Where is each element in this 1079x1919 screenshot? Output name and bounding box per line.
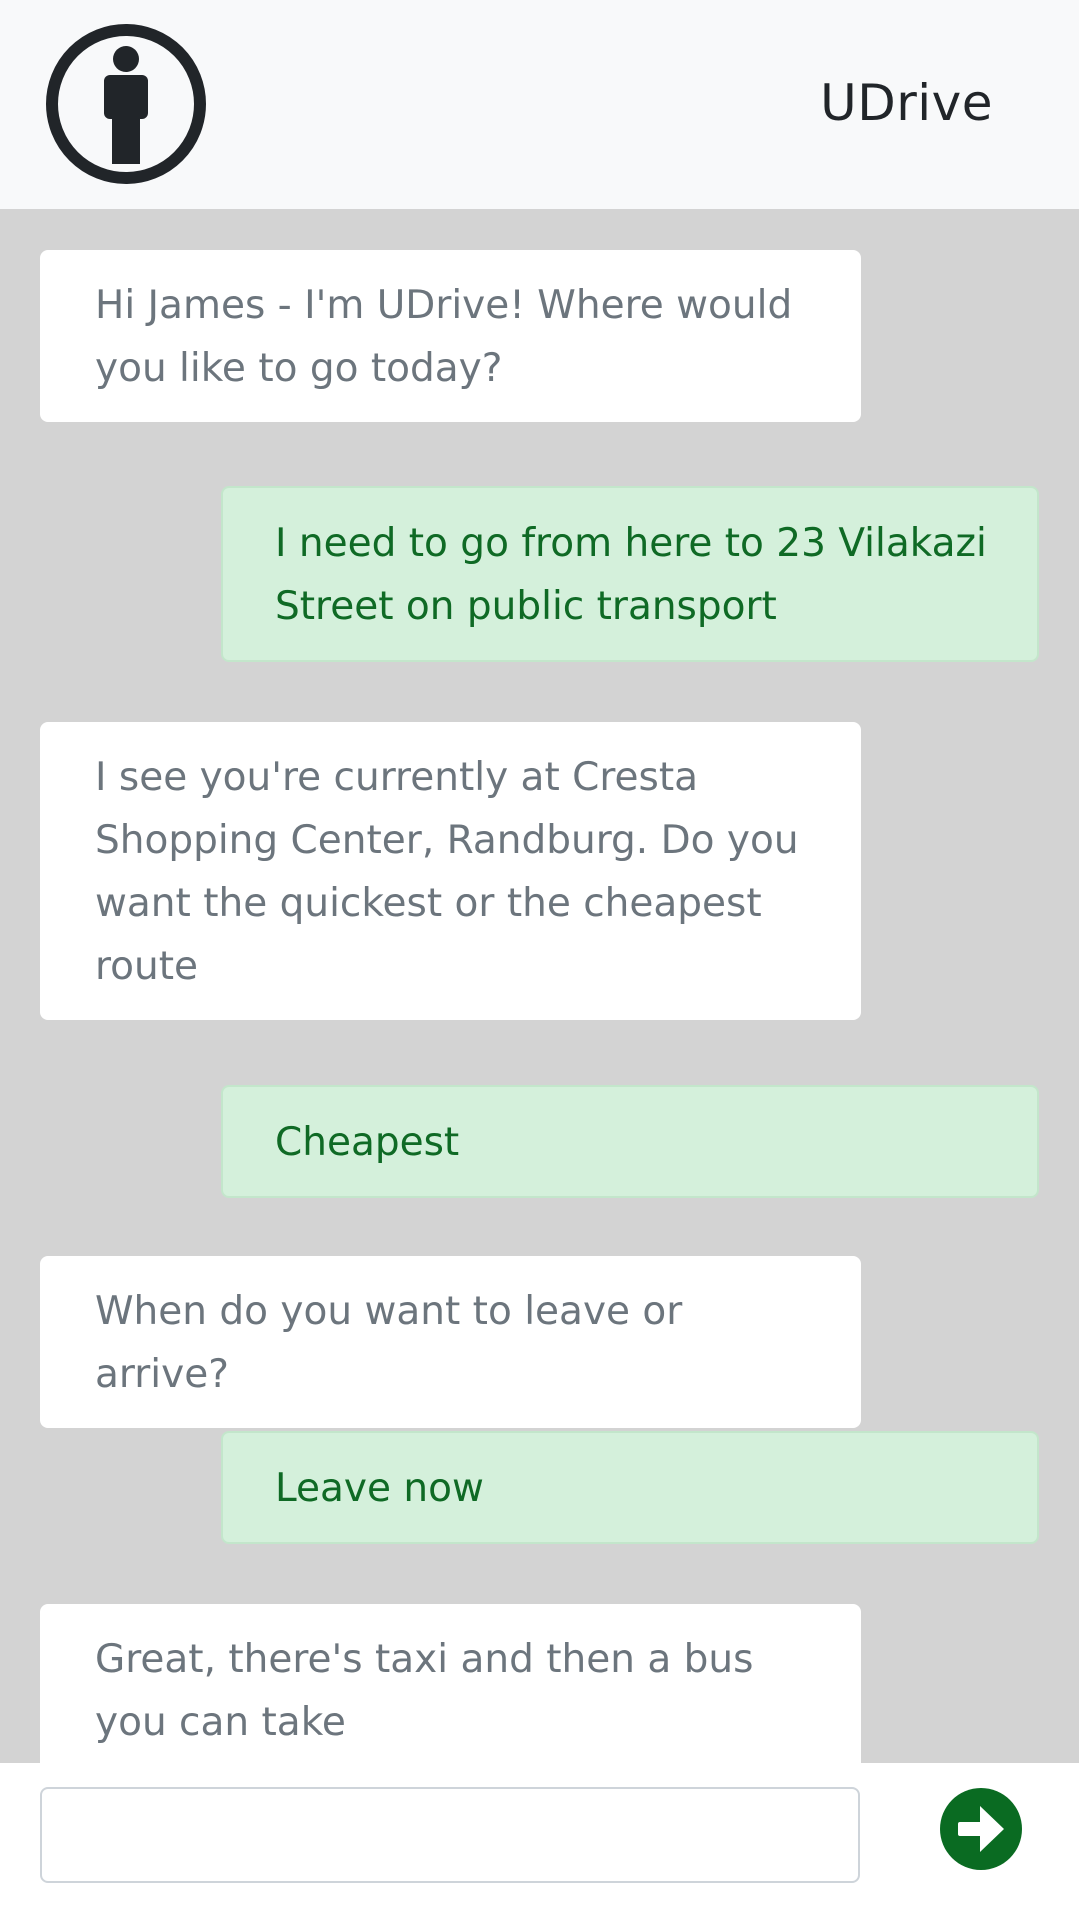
user-message: I need to go from here to 23 Vilakazi St…: [221, 486, 1039, 662]
bot-message: I see you're currently at Cresta Shoppin…: [40, 722, 861, 1020]
info-person-icon[interactable]: [44, 22, 208, 186]
arrow-right-circle-icon: [940, 1788, 1022, 1870]
bot-message: When do you want to leave or arrive?: [40, 1256, 861, 1428]
user-message: Cheapest: [221, 1085, 1039, 1198]
chat-thread[interactable]: Hi James - I'm UDrive! Where would you l…: [0, 209, 1079, 1763]
app-header: UDrive: [0, 0, 1079, 209]
bot-message: Great, there's taxi and then a bus you c…: [40, 1604, 861, 1763]
message-composer: [0, 1763, 1079, 1919]
message-input[interactable]: [40, 1787, 860, 1883]
user-message: Leave now: [221, 1431, 1039, 1544]
app-title: UDrive: [820, 74, 993, 132]
bot-message: Hi James - I'm UDrive! Where would you l…: [40, 250, 861, 422]
send-button[interactable]: [940, 1788, 1022, 1870]
